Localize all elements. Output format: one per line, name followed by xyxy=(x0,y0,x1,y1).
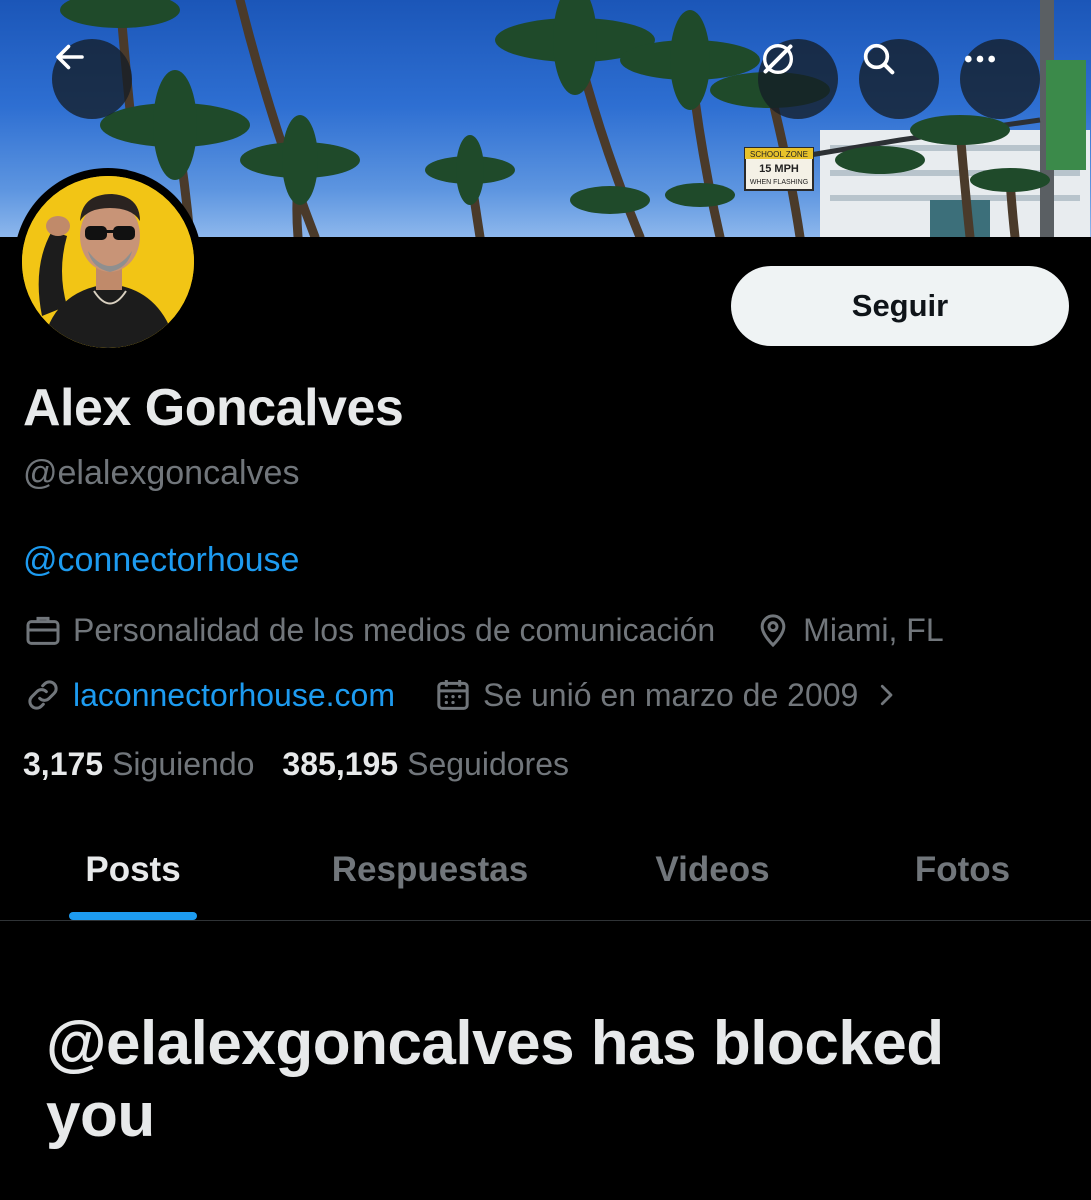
location-text: Miami, FL xyxy=(803,611,944,648)
slash-circle-icon xyxy=(763,44,793,74)
grok-button[interactable] xyxy=(758,39,838,119)
follow-button[interactable]: Seguir xyxy=(731,266,1069,346)
profile-name: Alex Goncalves xyxy=(23,379,404,437)
following-stat[interactable]: 3,175 Siguiendo xyxy=(23,746,254,783)
following-label: Siguiendo xyxy=(112,746,255,782)
website-link[interactable]: laconnectorhouse.com xyxy=(73,677,395,714)
briefcase-icon xyxy=(23,610,63,650)
link-icon xyxy=(23,675,63,715)
website-item[interactable]: laconnectorhouse.com xyxy=(23,675,395,715)
sign-line-3: WHEN FLASHING xyxy=(750,179,808,186)
arrow-left-icon xyxy=(56,44,84,70)
category-item: Personalidad de los medios de comunicaci… xyxy=(23,610,715,650)
blocked-message: @elalexgoncalves has blocked you xyxy=(46,1009,944,1150)
sign-line-2: 15 MPH xyxy=(759,163,799,175)
tab-posts[interactable]: Posts xyxy=(40,820,226,920)
following-count: 3,175 xyxy=(23,746,104,782)
joined-text: Se unió en marzo de 2009 xyxy=(482,676,859,713)
location-item: Miami, FL xyxy=(753,610,944,650)
followers-stat[interactable]: 385,195 Seguidores xyxy=(282,746,569,783)
profile-handle: @elalexgoncalves xyxy=(23,454,300,492)
profile-tabs: Posts Respuestas Videos Fotos xyxy=(0,820,1091,921)
follow-stats: 3,175 Siguiendo 385,195 Seguidores xyxy=(23,746,569,783)
more-horizontal-icon xyxy=(965,55,995,63)
tab-respuestas[interactable]: Respuestas xyxy=(300,820,560,920)
chevron-right-icon xyxy=(866,675,906,715)
tab-videos[interactable]: Videos xyxy=(620,820,805,920)
back-button[interactable] xyxy=(52,39,132,119)
search-button[interactable] xyxy=(859,39,939,119)
profile-meta-row-1: Personalidad de los medios de comunicaci… xyxy=(23,608,944,652)
followers-count: 385,195 xyxy=(282,746,399,782)
profile-meta-row-2: laconnectorhouse.com Se unió en marzo de… xyxy=(23,673,906,717)
bio-mention-link[interactable]: @connectorhouse xyxy=(23,541,299,580)
avatar[interactable] xyxy=(14,168,202,356)
followers-label: Seguidores xyxy=(407,746,569,782)
avatar-photo xyxy=(22,176,194,348)
active-tab-indicator xyxy=(69,912,197,920)
sign-line-1: SCHOOL ZONE xyxy=(750,150,808,159)
joined-item[interactable]: Se unió en marzo de 2009 xyxy=(433,675,906,715)
location-pin-icon xyxy=(753,610,793,650)
more-options-button[interactable] xyxy=(960,39,1040,119)
category-text: Personalidad de los medios de comunicaci… xyxy=(73,611,716,648)
calendar-icon xyxy=(433,675,473,715)
tab-fotos[interactable]: Fotos xyxy=(870,820,1055,920)
search-icon xyxy=(863,43,895,75)
